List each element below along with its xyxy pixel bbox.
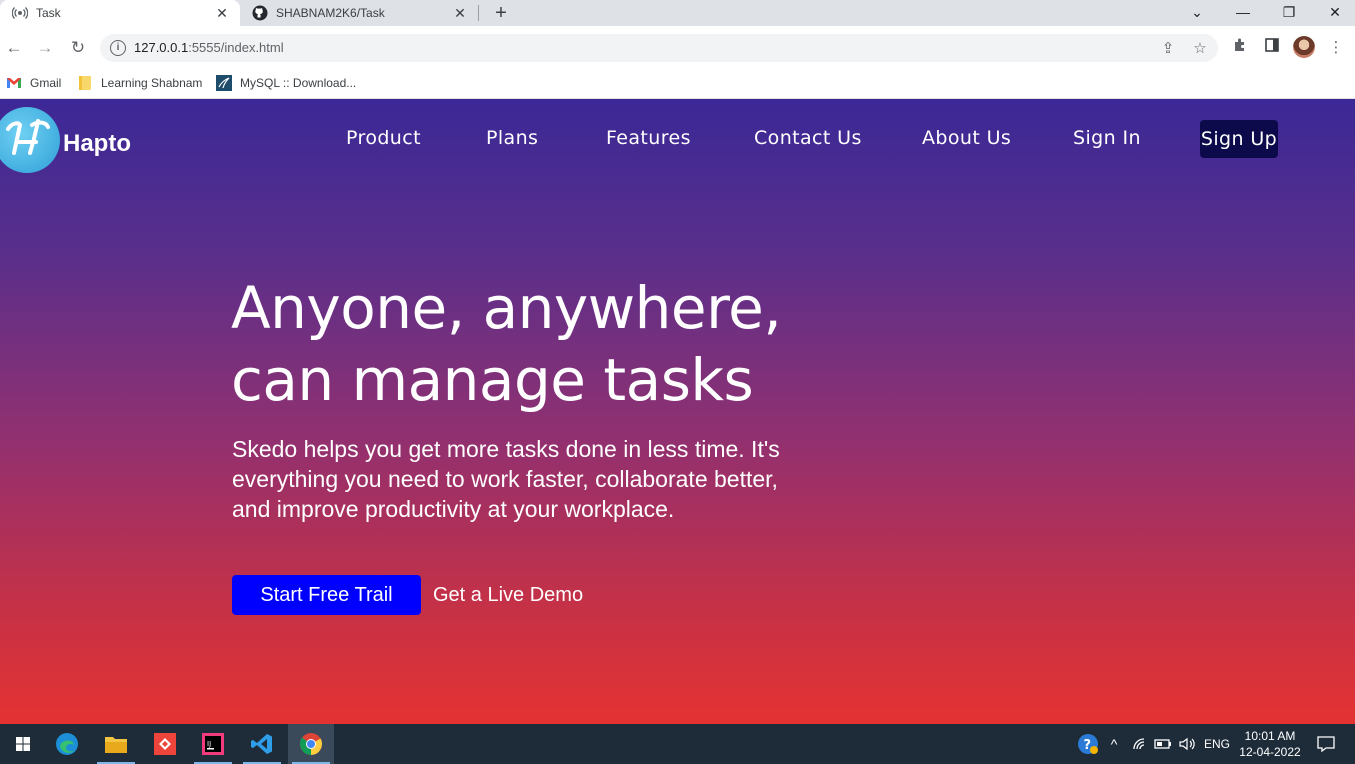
broadcast-icon: [12, 5, 28, 21]
github-icon: [252, 5, 268, 21]
windows-start-icon[interactable]: [0, 724, 46, 764]
edge-icon[interactable]: [44, 724, 90, 764]
close-window-icon[interactable]: ✕: [1312, 0, 1355, 26]
file-explorer-icon[interactable]: [93, 724, 139, 764]
live-demo-link[interactable]: Get a Live Demo: [433, 584, 583, 607]
tab-title: Task: [36, 6, 61, 20]
tab-title: SHABNAM2K6/Task: [276, 6, 385, 20]
extensions-icon[interactable]: [1229, 37, 1251, 59]
network-icon[interactable]: [1130, 724, 1150, 764]
bookmark-star-icon[interactable]: ☆: [1190, 39, 1210, 57]
url-text[interactable]: 127.0.0.1:5555/index.html: [134, 40, 284, 55]
close-tab-icon[interactable]: ✕: [452, 5, 468, 21]
browser-tab-bar: Task ✕ SHABNAM2K6/Task ✕ + ⌄ — ❐ ✕: [0, 0, 1355, 26]
gmail-icon: [6, 75, 22, 91]
new-tab-icon[interactable]: +: [490, 2, 512, 24]
show-hidden-icons-icon[interactable]: ^: [1104, 724, 1124, 764]
menu-kebab-icon[interactable]: ⋮: [1325, 37, 1347, 59]
hapto-logo-icon[interactable]: [0, 107, 60, 173]
forward-icon[interactable]: →: [33, 36, 57, 60]
system-clock[interactable]: 10:01 AM 12-04-2022: [1238, 728, 1302, 760]
anydesk-icon[interactable]: [142, 724, 188, 764]
notifications-icon[interactable]: [1312, 724, 1340, 764]
battery-icon[interactable]: [1152, 724, 1174, 764]
landing-page: Hapto Product Plans Features Contact Us …: [0, 99, 1355, 724]
profile-avatar[interactable]: [1293, 36, 1315, 58]
nav-plans[interactable]: Plans: [486, 127, 538, 149]
restore-icon[interactable]: ❐: [1266, 0, 1312, 26]
hero-subtitle: Skedo helps you get more tasks done in l…: [232, 436, 780, 522]
help-icon[interactable]: ?: [1074, 724, 1102, 764]
intellij-icon[interactable]: IJ: [190, 724, 236, 764]
nav-contact-us[interactable]: Contact Us: [754, 127, 862, 149]
bookmark-mysql[interactable]: MySQL :: Download...: [216, 73, 356, 93]
reload-icon[interactable]: ↻: [66, 36, 90, 60]
clock-time: 10:01 AM: [1244, 729, 1296, 743]
nav-features[interactable]: Features: [606, 127, 691, 149]
tab-task[interactable]: Task ✕: [0, 0, 240, 26]
svg-text:?: ?: [1084, 738, 1092, 753]
sign-up-button[interactable]: Sign Up: [1200, 120, 1278, 158]
language-indicator[interactable]: ENG: [1202, 724, 1232, 764]
browser-toolbar: ← → ↻ i 127.0.0.1:5555/index.html ⇪ ☆ ⋮: [0, 26, 1355, 70]
bookmarks-bar: Gmail Learning Shabnam MySQL :: Download…: [0, 70, 1355, 99]
chrome-icon[interactable]: [288, 724, 334, 764]
nav-about-us[interactable]: About Us: [922, 127, 1011, 149]
minimize-icon[interactable]: —: [1220, 0, 1266, 26]
tab-search-icon[interactable]: ⌄: [1174, 0, 1220, 26]
tab-separator: [478, 5, 479, 21]
start-free-trial-button[interactable]: Start Free Trail: [232, 575, 421, 615]
hero-title: Anyone, anywhere, can manage tasks: [231, 274, 782, 414]
bookmark-learning-shabnam[interactable]: Learning Shabnam: [77, 73, 202, 93]
share-icon[interactable]: ⇪: [1158, 39, 1178, 57]
folder-icon: [77, 75, 93, 91]
address-bar[interactable]: i 127.0.0.1:5555/index.html ⇪ ☆: [100, 34, 1218, 62]
close-tab-icon[interactable]: ✕: [214, 5, 230, 21]
site-info-icon[interactable]: i: [110, 40, 126, 56]
side-panel-icon[interactable]: [1261, 37, 1283, 59]
vscode-icon[interactable]: [239, 724, 285, 764]
nav-sign-in[interactable]: Sign In: [1073, 127, 1141, 149]
brand-name[interactable]: Hapto: [63, 130, 131, 158]
nav-product[interactable]: Product: [346, 127, 421, 149]
clock-date: 12-04-2022: [1239, 745, 1301, 759]
mysql-icon: [216, 75, 232, 91]
bookmark-gmail[interactable]: Gmail: [6, 73, 61, 93]
tab-github[interactable]: SHABNAM2K6/Task ✕: [240, 0, 478, 26]
back-icon[interactable]: ←: [2, 36, 26, 60]
svg-text:IJ: IJ: [207, 740, 211, 748]
volume-icon[interactable]: [1176, 724, 1198, 764]
windows-taskbar: IJ ? ^ ENG 10:01 AM 12-04-2022: [0, 724, 1355, 764]
